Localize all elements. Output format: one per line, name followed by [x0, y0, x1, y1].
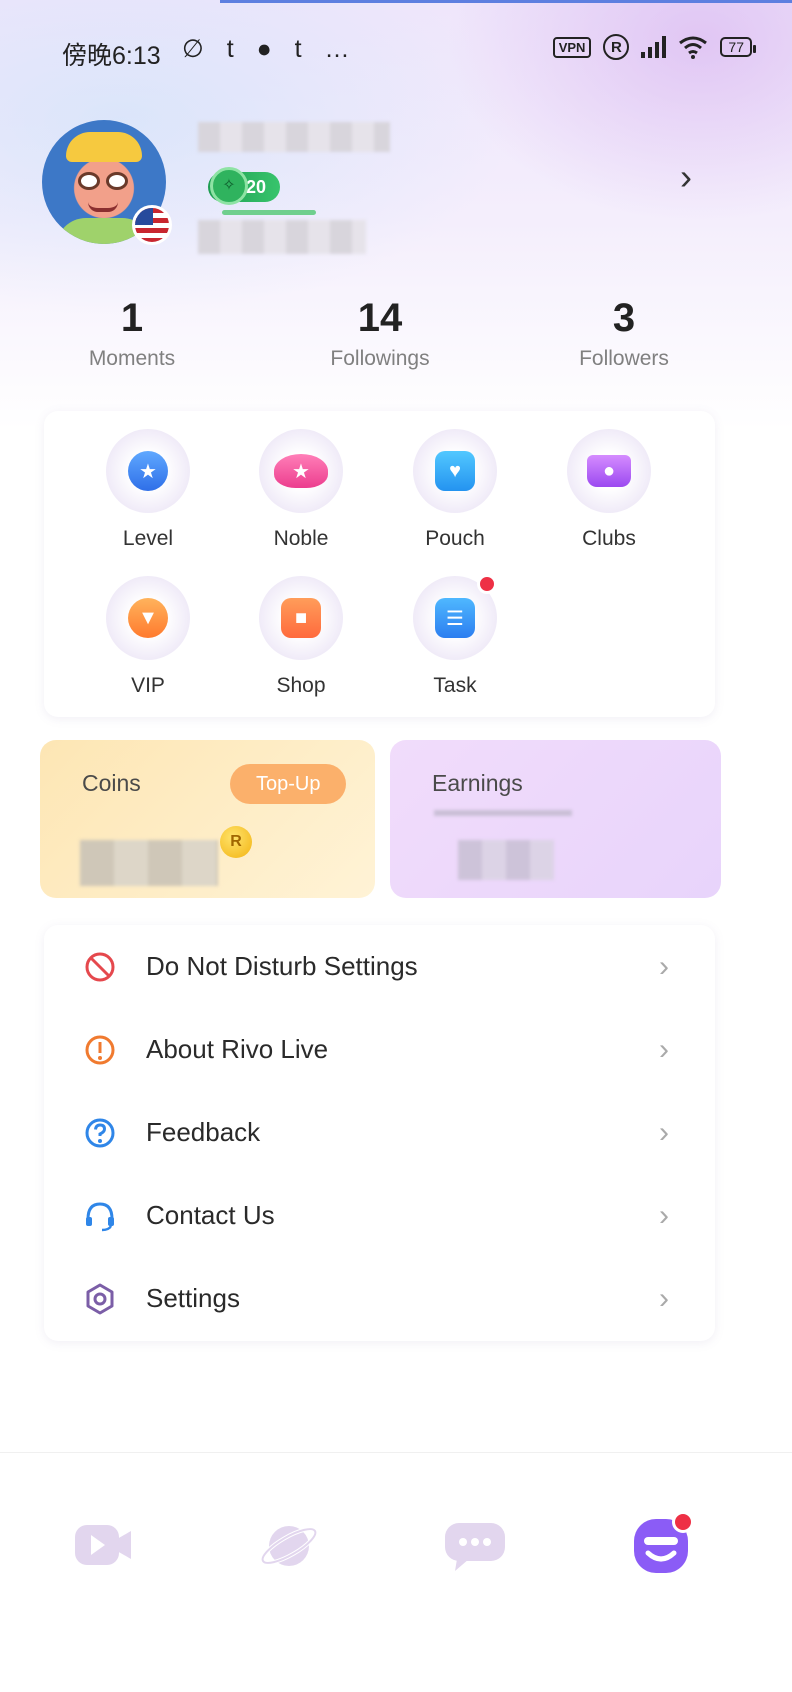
feature-vip[interactable]: ▼ VIP	[73, 576, 223, 698]
feature-label: Level	[122, 527, 174, 550]
top-up-button[interactable]: Top-Up	[230, 764, 347, 804]
menu-item-label: About Rivo Live	[146, 1034, 329, 1064]
crown-icon: ●	[587, 455, 631, 487]
us-flag-icon	[132, 205, 172, 245]
store-icon: ■	[281, 598, 321, 638]
feature-noble[interactable]: ★ Noble	[226, 429, 376, 551]
feature-label: Clubs	[582, 527, 636, 550]
status-right-icons: VPN R 77	[552, 34, 756, 60]
question-icon	[82, 1115, 118, 1151]
task-notification-dot	[477, 574, 497, 594]
username-blurred	[198, 122, 390, 152]
chevron-right-icon: ›	[659, 1281, 669, 1315]
nav-messages-tab[interactable]	[440, 1511, 510, 1581]
no-disturb-icon	[82, 949, 118, 985]
video-camera-icon	[75, 1525, 131, 1565]
menu-item-do-not-disturb[interactable]: Do Not Disturb Settings ›	[44, 925, 715, 1008]
chevron-right-icon: ›	[659, 1115, 669, 1149]
menu-item-label: Feedback	[146, 1117, 261, 1147]
wings-icon: ★	[274, 454, 328, 488]
earnings-label: Earnings	[432, 770, 523, 796]
status-time: 傍晚6:13	[62, 42, 161, 70]
feature-label: Task	[433, 674, 477, 697]
menu-item-about[interactable]: About Rivo Live ›	[44, 1008, 715, 1091]
nav-live-tab[interactable]	[68, 1511, 138, 1581]
profile-notification-dot	[672, 1511, 694, 1533]
menu-item-label: Settings	[146, 1283, 240, 1313]
coin-icon: R	[220, 826, 252, 858]
feature-label: Shop	[276, 674, 326, 697]
stat-value: 3	[612, 296, 636, 340]
headset-icon	[82, 1198, 118, 1234]
feature-label: VIP	[131, 674, 165, 697]
profile-chevron-right-icon[interactable]: ›	[680, 156, 692, 198]
coins-card[interactable]: Coins Top-Up R	[40, 740, 375, 898]
stat-moments[interactable]: 1 Moments	[32, 296, 232, 371]
earnings-balance-blurred	[434, 810, 572, 816]
bottom-navigation	[0, 1452, 792, 1692]
coins-balance-blurred	[80, 840, 218, 886]
notification-icons: ∅ t ● t …	[182, 35, 358, 63]
registered-icon: R	[603, 34, 630, 60]
vpn-icon: VPN	[552, 36, 592, 58]
menu-item-contact-us[interactable]: Contact Us ›	[44, 1174, 715, 1257]
level-value: 20	[246, 177, 267, 197]
diamond-icon: ▼	[128, 598, 168, 638]
level-progress	[222, 210, 316, 215]
feature-level[interactable]: ★ Level	[73, 429, 223, 551]
planet-icon	[260, 1526, 318, 1566]
status-bar: 傍晚6:13 ∅ t ● t … VPN R 77	[0, 0, 792, 100]
stat-followers[interactable]: 3 Followers	[524, 296, 724, 371]
nav-profile-tab[interactable]	[626, 1511, 696, 1581]
coins-label: Coins	[82, 770, 141, 796]
stat-label: Moments	[88, 347, 176, 370]
feature-shop[interactable]: ■ Shop	[226, 576, 376, 698]
chevron-right-icon: ›	[659, 1198, 669, 1232]
stat-value: 1	[120, 296, 144, 340]
feature-label: Pouch	[425, 527, 485, 550]
chevron-right-icon: ›	[659, 949, 669, 983]
clipboard-icon: ☰	[435, 598, 475, 638]
medal-icon: ★	[128, 451, 168, 491]
feature-label: Noble	[273, 527, 329, 550]
stat-value: 14	[357, 296, 403, 340]
info-icon	[82, 1032, 118, 1068]
feature-task[interactable]: ☰ Task	[380, 574, 530, 698]
chevron-right-icon: ›	[659, 1032, 669, 1066]
chat-bubble-icon	[445, 1523, 505, 1571]
features-card: ★ Level ★ Noble ♥ Pouch ● Clubs ▼ VIP ■ …	[44, 411, 715, 717]
stat-followings[interactable]: 14 Followings	[280, 296, 480, 371]
menu-item-feedback[interactable]: Feedback ›	[44, 1091, 715, 1174]
gear-icon	[82, 1281, 118, 1317]
menu-list: Do Not Disturb Settings › About Rivo Liv…	[44, 925, 715, 1341]
earnings-value-blurred	[458, 840, 554, 880]
menu-item-label: Do Not Disturb Settings	[146, 951, 418, 981]
menu-item-settings[interactable]: Settings ›	[44, 1257, 715, 1340]
feature-pouch[interactable]: ♥ Pouch	[380, 429, 530, 551]
level-gem-icon: ✧	[210, 167, 248, 205]
user-id-blurred	[198, 220, 366, 254]
nav-explore-tab[interactable]	[254, 1511, 324, 1581]
stat-label: Followings	[330, 347, 430, 370]
earnings-card[interactable]: Earnings	[390, 740, 721, 898]
feature-clubs[interactable]: ● Clubs	[534, 429, 684, 551]
signal-icon	[641, 36, 667, 58]
stat-label: Followers	[579, 347, 669, 370]
menu-item-label: Contact Us	[146, 1200, 275, 1230]
wifi-icon	[679, 36, 708, 59]
level-badge: ✧ 20	[208, 167, 281, 205]
battery-icon: 77	[720, 37, 756, 57]
bag-icon: ♥	[435, 451, 475, 491]
